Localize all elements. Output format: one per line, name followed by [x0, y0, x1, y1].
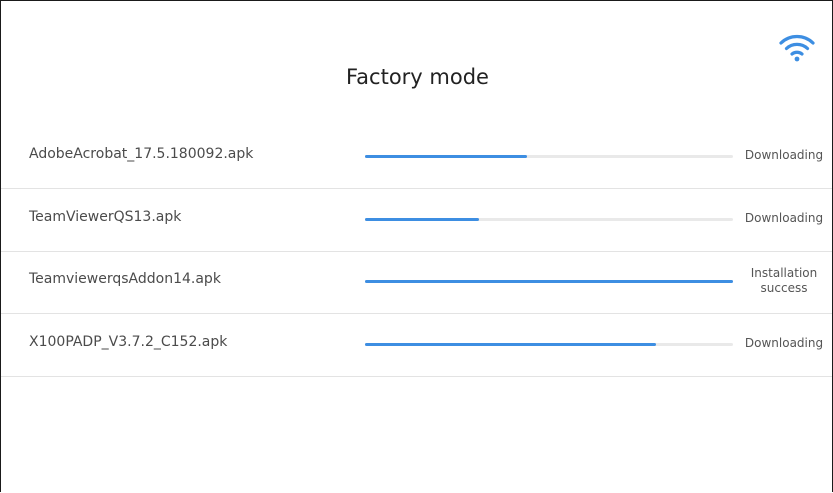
download-row: AdobeAcrobat_17.5.180092.apk Downloading — [1, 126, 832, 189]
status-label: Downloading — [744, 336, 824, 350]
progress-fill — [365, 343, 656, 346]
file-name: X100PADP_V3.7.2_C152.apk — [29, 334, 228, 350]
download-row: X100PADP_V3.7.2_C152.apk Downloading — [1, 314, 832, 377]
progress-bar — [365, 155, 733, 158]
download-row: TeamViewerQS13.apk Downloading — [1, 189, 832, 252]
factory-mode-screen: Factory mode AdobeAcrobat_17.5.180092.ap… — [0, 0, 833, 492]
file-name: AdobeAcrobat_17.5.180092.apk — [29, 146, 254, 162]
progress-fill — [365, 155, 527, 158]
progress-bar — [365, 218, 733, 221]
status-line-1: Installation — [750, 266, 818, 280]
file-name: TeamviewerqsAddon14.apk — [29, 271, 221, 287]
status-label: Downloading — [744, 148, 824, 162]
wifi-icon — [779, 35, 815, 62]
progress-fill — [365, 218, 480, 221]
progress-bar — [365, 343, 733, 346]
status-line-2: success — [760, 281, 808, 295]
file-name: TeamViewerQS13.apk — [29, 209, 182, 225]
progress-bar — [365, 280, 733, 283]
download-row: TeamviewerqsAddon14.apk Installation suc… — [1, 251, 832, 314]
progress-fill — [365, 280, 733, 283]
status-label: Installation success — [734, 266, 832, 296]
status-label: Downloading — [744, 211, 824, 225]
page-title: Factory mode — [346, 65, 489, 89]
